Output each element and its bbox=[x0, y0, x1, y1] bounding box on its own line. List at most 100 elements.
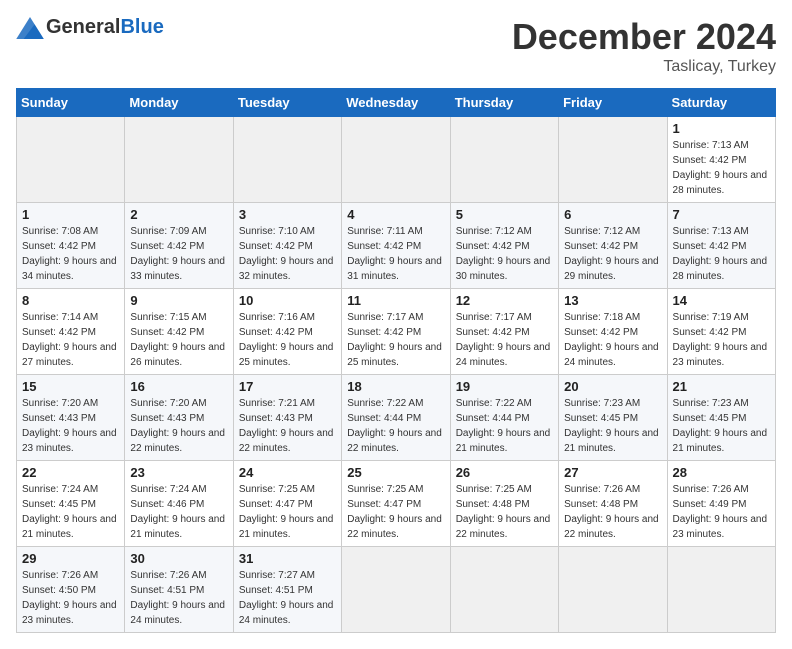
day-info: Sunrise: 7:12 AMSunset: 4:42 PMDaylight:… bbox=[564, 224, 661, 284]
day-number: 9 bbox=[130, 293, 227, 308]
day-number: 29 bbox=[22, 551, 119, 566]
calendar-cell: 11 Sunrise: 7:17 AMSunset: 4:42 PMDayligh… bbox=[342, 289, 450, 375]
calendar-cell: 16 Sunrise: 7:20 AMSunset: 4:43 PMDayligh… bbox=[125, 375, 233, 461]
calendar-cell: 9 Sunrise: 7:15 AMSunset: 4:42 PMDaylight… bbox=[125, 289, 233, 375]
calendar-week-row: 22Sunrise: 7:24 AMSunset: 4:45 PMDayligh… bbox=[17, 461, 776, 547]
calendar-cell: 20 Sunrise: 7:23 AMSunset: 4:45 PMDayligh… bbox=[559, 375, 667, 461]
day-info: Sunrise: 7:19 AMSunset: 4:42 PMDaylight:… bbox=[673, 310, 770, 370]
day-number: 20 bbox=[564, 379, 661, 394]
day-number: 2 bbox=[130, 207, 227, 222]
day-number: 15 bbox=[22, 379, 119, 394]
day-number: 16 bbox=[130, 379, 227, 394]
calendar-day-header: Tuesday bbox=[233, 89, 341, 117]
calendar-cell: 6 Sunrise: 7:12 AMSunset: 4:42 PMDaylight… bbox=[559, 203, 667, 289]
day-info: Sunrise: 7:22 AMSunset: 4:44 PMDaylight:… bbox=[347, 396, 444, 456]
day-info: Sunrise: 7:13 AMSunset: 4:42 PMDaylight:… bbox=[673, 224, 770, 284]
day-info: Sunrise: 7:22 AMSunset: 4:44 PMDaylight:… bbox=[456, 396, 553, 456]
day-number: 1 bbox=[22, 207, 119, 222]
calendar-cell bbox=[17, 117, 125, 203]
day-number: 3 bbox=[239, 207, 336, 222]
calendar-table: SundayMondayTuesdayWednesdayThursdayFrid… bbox=[16, 88, 776, 633]
day-info: Sunrise: 7:13 AMSunset: 4:42 PMDaylight:… bbox=[673, 138, 770, 198]
calendar-cell: 15Sunrise: 7:20 AMSunset: 4:43 PMDayligh… bbox=[17, 375, 125, 461]
day-number: 25 bbox=[347, 465, 444, 480]
day-info: Sunrise: 7:25 AMSunset: 4:48 PMDaylight:… bbox=[456, 482, 553, 542]
day-number: 19 bbox=[456, 379, 553, 394]
day-number: 5 bbox=[456, 207, 553, 222]
day-info: Sunrise: 7:24 AMSunset: 4:45 PMDaylight:… bbox=[22, 482, 119, 542]
calendar-cell: 13Sunrise: 7:18 AMSunset: 4:42 PMDayligh… bbox=[559, 289, 667, 375]
logo-icon bbox=[16, 17, 44, 39]
calendar-cell: 29 Sunrise: 7:26 AMSunset: 4:50 PMDayligh… bbox=[17, 547, 125, 633]
month-title: December 2024 bbox=[512, 16, 776, 58]
day-info: Sunrise: 7:23 AMSunset: 4:45 PMDaylight:… bbox=[673, 396, 770, 456]
calendar-week-row: 15 Sunrise: 7:20 AMSunset: 4:43 PMDayligh… bbox=[17, 375, 776, 461]
day-number: 27 bbox=[564, 465, 661, 480]
day-info: Sunrise: 7:15 AMSunset: 4:42 PMDaylight:… bbox=[130, 310, 227, 370]
day-number: 13 bbox=[564, 293, 661, 308]
calendar-cell: 17 Sunrise: 7:21 AMSunset: 4:43 PMDayligh… bbox=[233, 375, 341, 461]
calendar-week-row: 29 Sunrise: 7:26 AMSunset: 4:50 PMDayligh… bbox=[17, 547, 776, 633]
calendar-cell: 4 Sunrise: 7:11 AMSunset: 4:42 PMDaylight… bbox=[342, 203, 450, 289]
calendar-cell: 1Sunrise: 7:08 AMSunset: 4:42 PMDaylight… bbox=[17, 203, 125, 289]
page-header: GeneralBlue December 2024 Taslicay, Turk… bbox=[16, 16, 776, 76]
calendar-cell bbox=[450, 117, 558, 203]
calendar-cell: 8 Sunrise: 7:14 AMSunset: 4:42 PMDaylight… bbox=[17, 289, 125, 375]
calendar-cell: 24 Sunrise: 7:25 AMSunset: 4:47 PMDayligh… bbox=[233, 461, 341, 547]
calendar-cell: 5 Sunrise: 7:12 AMSunset: 4:42 PMDaylight… bbox=[450, 203, 558, 289]
calendar-cell bbox=[667, 547, 775, 633]
day-info: Sunrise: 7:17 AMSunset: 4:42 PMDaylight:… bbox=[347, 310, 444, 370]
day-number: 4 bbox=[347, 207, 444, 222]
calendar-cell bbox=[450, 547, 558, 633]
day-number: 23 bbox=[130, 465, 227, 480]
day-number: 24 bbox=[239, 465, 336, 480]
day-info: Sunrise: 7:21 AMSunset: 4:43 PMDaylight:… bbox=[239, 396, 336, 456]
calendar-week-row: 8 Sunrise: 7:14 AMSunset: 4:42 PMDaylight… bbox=[17, 289, 776, 375]
day-info: Sunrise: 7:09 AMSunset: 4:42 PMDaylight:… bbox=[130, 224, 227, 284]
calendar-week-row: 1Sunrise: 7:08 AMSunset: 4:42 PMDaylight… bbox=[17, 203, 776, 289]
calendar-cell: 18Sunrise: 7:22 AMSunset: 4:44 PMDayligh… bbox=[342, 375, 450, 461]
day-number: 30 bbox=[130, 551, 227, 566]
day-info: Sunrise: 7:23 AMSunset: 4:45 PMDaylight:… bbox=[564, 396, 661, 456]
day-info: Sunrise: 7:26 AMSunset: 4:48 PMDaylight:… bbox=[564, 482, 661, 542]
day-info: Sunrise: 7:12 AMSunset: 4:42 PMDaylight:… bbox=[456, 224, 553, 284]
calendar-cell: 21Sunrise: 7:23 AMSunset: 4:45 PMDayligh… bbox=[667, 375, 775, 461]
calendar-cell bbox=[559, 547, 667, 633]
calendar-cell: 26 Sunrise: 7:25 AMSunset: 4:48 PMDayligh… bbox=[450, 461, 558, 547]
day-number: 14 bbox=[673, 293, 770, 308]
day-info: Sunrise: 7:20 AMSunset: 4:43 PMDaylight:… bbox=[130, 396, 227, 456]
calendar-day-header: Sunday bbox=[17, 89, 125, 117]
day-number: 1 bbox=[673, 121, 770, 136]
day-number: 31 bbox=[239, 551, 336, 566]
day-number: 8 bbox=[22, 293, 119, 308]
day-info: Sunrise: 7:10 AMSunset: 4:42 PMDaylight:… bbox=[239, 224, 336, 284]
calendar-cell: 25Sunrise: 7:25 AMSunset: 4:47 PMDayligh… bbox=[342, 461, 450, 547]
day-info: Sunrise: 7:25 AMSunset: 4:47 PMDaylight:… bbox=[239, 482, 336, 542]
day-info: Sunrise: 7:24 AMSunset: 4:46 PMDaylight:… bbox=[130, 482, 227, 542]
location: Taslicay, Turkey bbox=[512, 58, 776, 76]
calendar-day-header: Thursday bbox=[450, 89, 558, 117]
day-info: Sunrise: 7:11 AMSunset: 4:42 PMDaylight:… bbox=[347, 224, 444, 284]
day-number: 11 bbox=[347, 293, 444, 308]
calendar-cell: 2 Sunrise: 7:09 AMSunset: 4:42 PMDaylight… bbox=[125, 203, 233, 289]
calendar-week-row: 1 Sunrise: 7:13 AMSunset: 4:42 PMDaylight… bbox=[17, 117, 776, 203]
calendar-cell: 7Sunrise: 7:13 AMSunset: 4:42 PMDaylight… bbox=[667, 203, 775, 289]
logo: GeneralBlue bbox=[16, 16, 164, 39]
day-number: 12 bbox=[456, 293, 553, 308]
day-info: Sunrise: 7:26 AMSunset: 4:49 PMDaylight:… bbox=[673, 482, 770, 542]
calendar-cell: 3 Sunrise: 7:10 AMSunset: 4:42 PMDaylight… bbox=[233, 203, 341, 289]
day-number: 6 bbox=[564, 207, 661, 222]
day-info: Sunrise: 7:26 AMSunset: 4:50 PMDaylight:… bbox=[22, 568, 119, 628]
day-info: Sunrise: 7:27 AMSunset: 4:51 PMDaylight:… bbox=[239, 568, 336, 628]
day-info: Sunrise: 7:14 AMSunset: 4:42 PMDaylight:… bbox=[22, 310, 119, 370]
day-number: 17 bbox=[239, 379, 336, 394]
day-number: 28 bbox=[673, 465, 770, 480]
day-number: 10 bbox=[239, 293, 336, 308]
calendar-cell: 22Sunrise: 7:24 AMSunset: 4:45 PMDayligh… bbox=[17, 461, 125, 547]
calendar-cell bbox=[342, 547, 450, 633]
day-number: 26 bbox=[456, 465, 553, 480]
calendar-cell: 27 Sunrise: 7:26 AMSunset: 4:48 PMDayligh… bbox=[559, 461, 667, 547]
calendar-cell: 28 Sunrise: 7:26 AMSunset: 4:49 PMDayligh… bbox=[667, 461, 775, 547]
calendar-cell: 30Sunrise: 7:26 AMSunset: 4:51 PMDayligh… bbox=[125, 547, 233, 633]
day-info: Sunrise: 7:16 AMSunset: 4:42 PMDaylight:… bbox=[239, 310, 336, 370]
